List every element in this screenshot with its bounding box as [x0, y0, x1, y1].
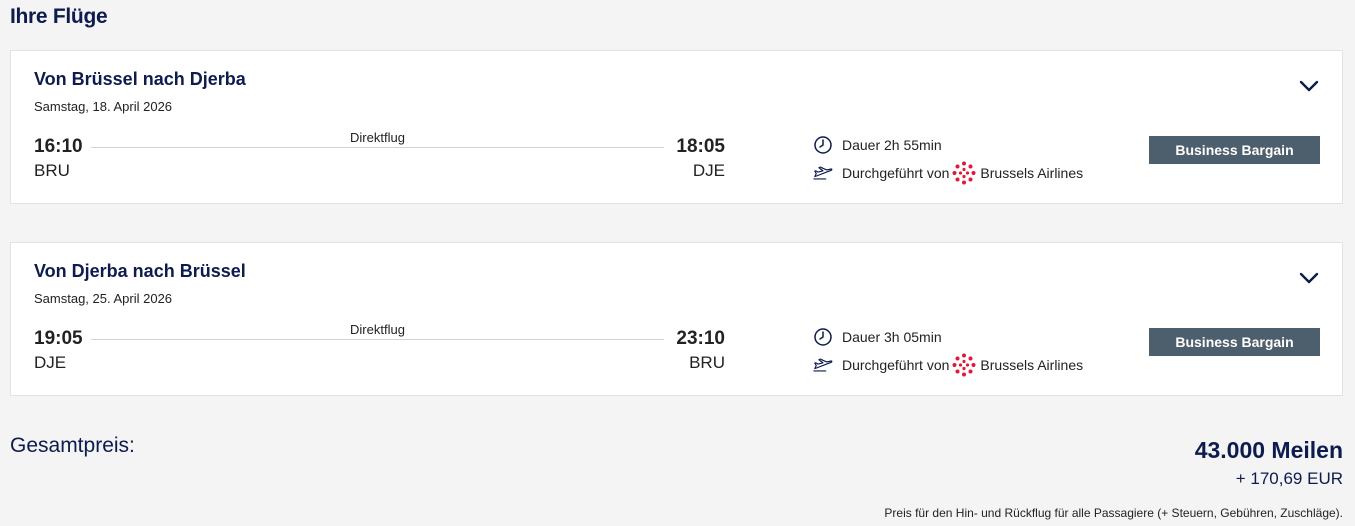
operated-by-label: Durchgeführt von — [842, 165, 950, 181]
duration-text: Dauer 3h 05min — [842, 329, 942, 345]
flight-duration: Dauer 2h 55min — [813, 135, 942, 155]
plane-icon — [813, 163, 833, 183]
total-price-label: Gesamtpreis: — [10, 434, 135, 457]
arrival-time: 23:10 — [676, 328, 725, 349]
brussels-airlines-logo — [952, 161, 976, 185]
arrival-airport: BRU — [689, 353, 725, 372]
airline-name: Brussels Airlines — [980, 165, 1084, 181]
route-line — [91, 339, 664, 340]
total-cash: + 170,69 EUR — [1235, 469, 1343, 488]
clock-icon — [813, 135, 833, 155]
flight-duration: Dauer 3h 05min — [813, 327, 942, 347]
airline-name: Brussels Airlines — [980, 357, 1084, 373]
brussels-airlines-logo — [952, 353, 976, 377]
chevron-down-icon[interactable] — [1297, 269, 1321, 287]
price-note: Preis für den Hin- und Rückflug für alle… — [884, 506, 1343, 520]
duration-text: Dauer 2h 55min — [842, 137, 942, 153]
operated-by-label: Durchgeführt von — [842, 357, 950, 373]
flight-date: Samstag, 25. April 2026 — [34, 291, 173, 306]
arrival-airport: DJE — [692, 161, 725, 180]
operated-by: Durchgeführt von Brussels Airlines — [813, 353, 1083, 377]
flight-card-return[interactable]: Von Djerba nach Brüssel Samstag, 25. Apr… — [10, 242, 1343, 396]
departure-time: 19:05 — [34, 328, 83, 349]
clock-icon — [813, 327, 833, 347]
flight-title: Von Djerba nach Brüssel — [34, 261, 246, 281]
arrival-time: 18:05 — [676, 136, 725, 157]
direct-flight-label: Direktflug — [350, 130, 405, 145]
route-line — [91, 147, 664, 148]
departure-time: 16:10 — [34, 136, 83, 157]
flight-card-outbound[interactable]: Von Brüssel nach Djerba Samstag, 18. Apr… — [10, 50, 1343, 204]
operated-by: Durchgeführt von Brussels Airlines — [813, 161, 1083, 185]
plane-icon — [813, 355, 833, 375]
total-miles: 43.000 Meilen — [1194, 437, 1343, 463]
fare-badge: Business Bargain — [1149, 136, 1320, 164]
chevron-down-icon[interactable] — [1297, 77, 1321, 95]
fare-badge: Business Bargain — [1149, 328, 1320, 356]
direct-flight-label: Direktflug — [350, 322, 405, 337]
flight-title: Von Brüssel nach Djerba — [34, 69, 246, 89]
departure-airport: BRU — [34, 161, 70, 180]
flight-date: Samstag, 18. April 2026 — [34, 99, 173, 114]
departure-airport: DJE — [34, 353, 67, 372]
page-title: Ihre Flüge — [10, 5, 108, 28]
